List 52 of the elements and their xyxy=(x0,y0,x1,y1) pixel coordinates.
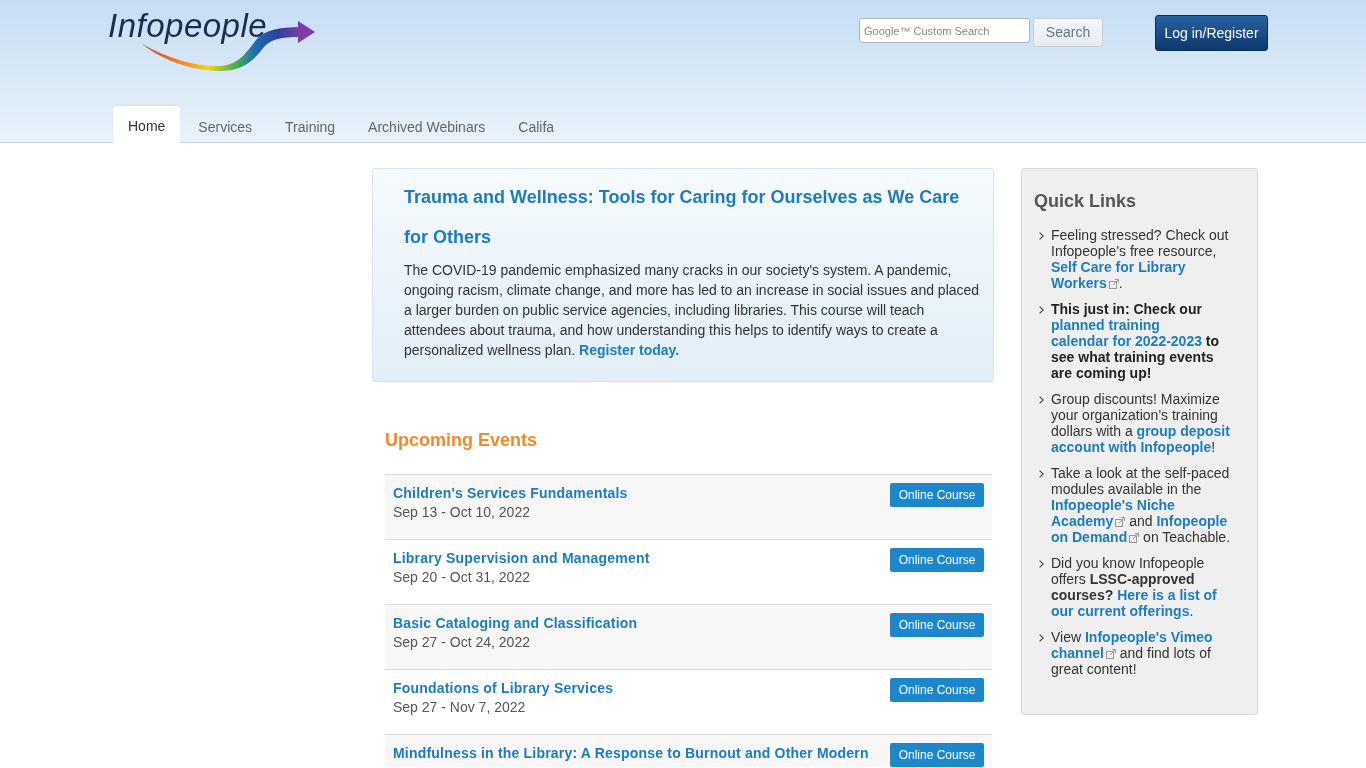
quick-link[interactable]: Infopeople xyxy=(1156,513,1228,529)
quick-link[interactable]: Academy xyxy=(1051,513,1126,529)
chevron-right-icon xyxy=(1039,306,1044,314)
course-format-tag: Online Course xyxy=(890,548,984,572)
search-button[interactable]: Search xyxy=(1033,18,1103,47)
course-format-tag: Online Course xyxy=(890,678,984,702)
event-dates: Sep 27 - Nov 7, 2022 xyxy=(393,698,526,717)
event-dates: Sep 20 - Oct 31, 2022 xyxy=(393,568,530,587)
nav-tab[interactable]: Services xyxy=(183,106,268,142)
feature-title-link[interactable]: Trauma and Wellness: Tools for Caring for Ourselves as We Care for Others xyxy=(404,177,981,257)
quick-link-text: This just in: Check our planned training calendar for 2022-2023 to see what training events are coming up! xyxy=(1051,301,1221,381)
register-link[interactable]: Register today. xyxy=(579,342,680,358)
quick-link[interactable]: Here is a list of xyxy=(1117,587,1217,603)
quick-link[interactable]: Infopeople's Vimeo xyxy=(1085,629,1213,645)
quick-link[interactable]: group deposit xyxy=(1136,423,1230,439)
quick-link[interactable]: calendar for 2022-2023 xyxy=(1051,333,1202,349)
quick-link-text: View Infopeople's Vimeo channel and find lots of great content! xyxy=(1051,629,1214,677)
quick-link[interactable]: Self Care for Library xyxy=(1051,259,1186,275)
event-title-link[interactable]: Children's Services Fundamentals xyxy=(393,484,870,502)
quick-link[interactable]: channel xyxy=(1051,645,1116,661)
event-dates: Sep 27 - Oct 24, 2022 xyxy=(393,633,530,652)
event-title-link[interactable]: Library Supervision and Management xyxy=(393,549,870,567)
chevron-right-icon xyxy=(1039,560,1044,568)
event-dates: Sep 13 - Oct 10, 2022 xyxy=(393,503,530,522)
sidebar-heading: Quick Links xyxy=(1034,190,1138,213)
chevron-right-icon xyxy=(1039,396,1044,404)
course-format-tag: Online Course xyxy=(890,613,984,637)
chevron-right-icon xyxy=(1039,232,1044,240)
nav-tab[interactable]: Archived Webinars xyxy=(353,106,501,142)
quick-link-text: Take a look at the self-paced modules available in the Infopeople's Niche Academy and Infopeople on Demand on Teachable. xyxy=(1051,465,1232,545)
event-title-link[interactable]: Mindfulness in the Library: A Response to Burnout and Other Modern xyxy=(393,744,870,762)
event-title-link[interactable]: Foundations of Library Services xyxy=(393,679,870,697)
nav-tab[interactable]: Califa xyxy=(503,106,570,142)
quick-link-text: Feeling stressed? Check out Infopeople's free resource, Self Care for Library Workers . xyxy=(1051,227,1230,291)
search-field[interactable]: Google™ Custom Search xyxy=(859,18,1030,43)
quick-link[interactable]: Workers xyxy=(1051,275,1119,291)
chevron-right-icon xyxy=(1039,470,1044,478)
logo-wordmark[interactable]: Infopeople xyxy=(108,6,268,46)
nav-tab[interactable]: Home xyxy=(113,106,181,148)
section-heading: Upcoming Events xyxy=(385,429,539,451)
course-format-tag: Online Course xyxy=(890,483,984,507)
login-button[interactable]: Log in/Register xyxy=(1155,15,1268,51)
quick-link-text: Group discounts! Maximize your organization's training dollars with a group deposit account with Infopeople! xyxy=(1051,391,1231,455)
quick-link[interactable]: on Demand xyxy=(1051,529,1140,545)
quick-link[interactable]: planned training xyxy=(1051,317,1160,333)
quick-link-text: Did you know Infopeople offers LSSC-approved courses? Here is a list of our current offerings. xyxy=(1051,555,1218,619)
course-format-tag: Online Course xyxy=(890,743,984,767)
event-title-link[interactable]: Basic Cataloging and Classification xyxy=(393,614,870,632)
feature-description: The COVID-19 pandemic emphasized many cracks in our society's system. A pandemic, ongoing racism, climate change, and more has led to an increase in social issues and placed a larger burden on public service agencies, including libraries. This course will teach attendees about trauma, and how understanding this helps to identify ways to create a personalized wellness plan. Register today. xyxy=(404,261,981,360)
chevron-right-icon xyxy=(1039,634,1044,642)
quick-link[interactable]: Infopeople's Niche xyxy=(1051,497,1175,513)
nav-tab[interactable]: Training xyxy=(270,106,351,142)
